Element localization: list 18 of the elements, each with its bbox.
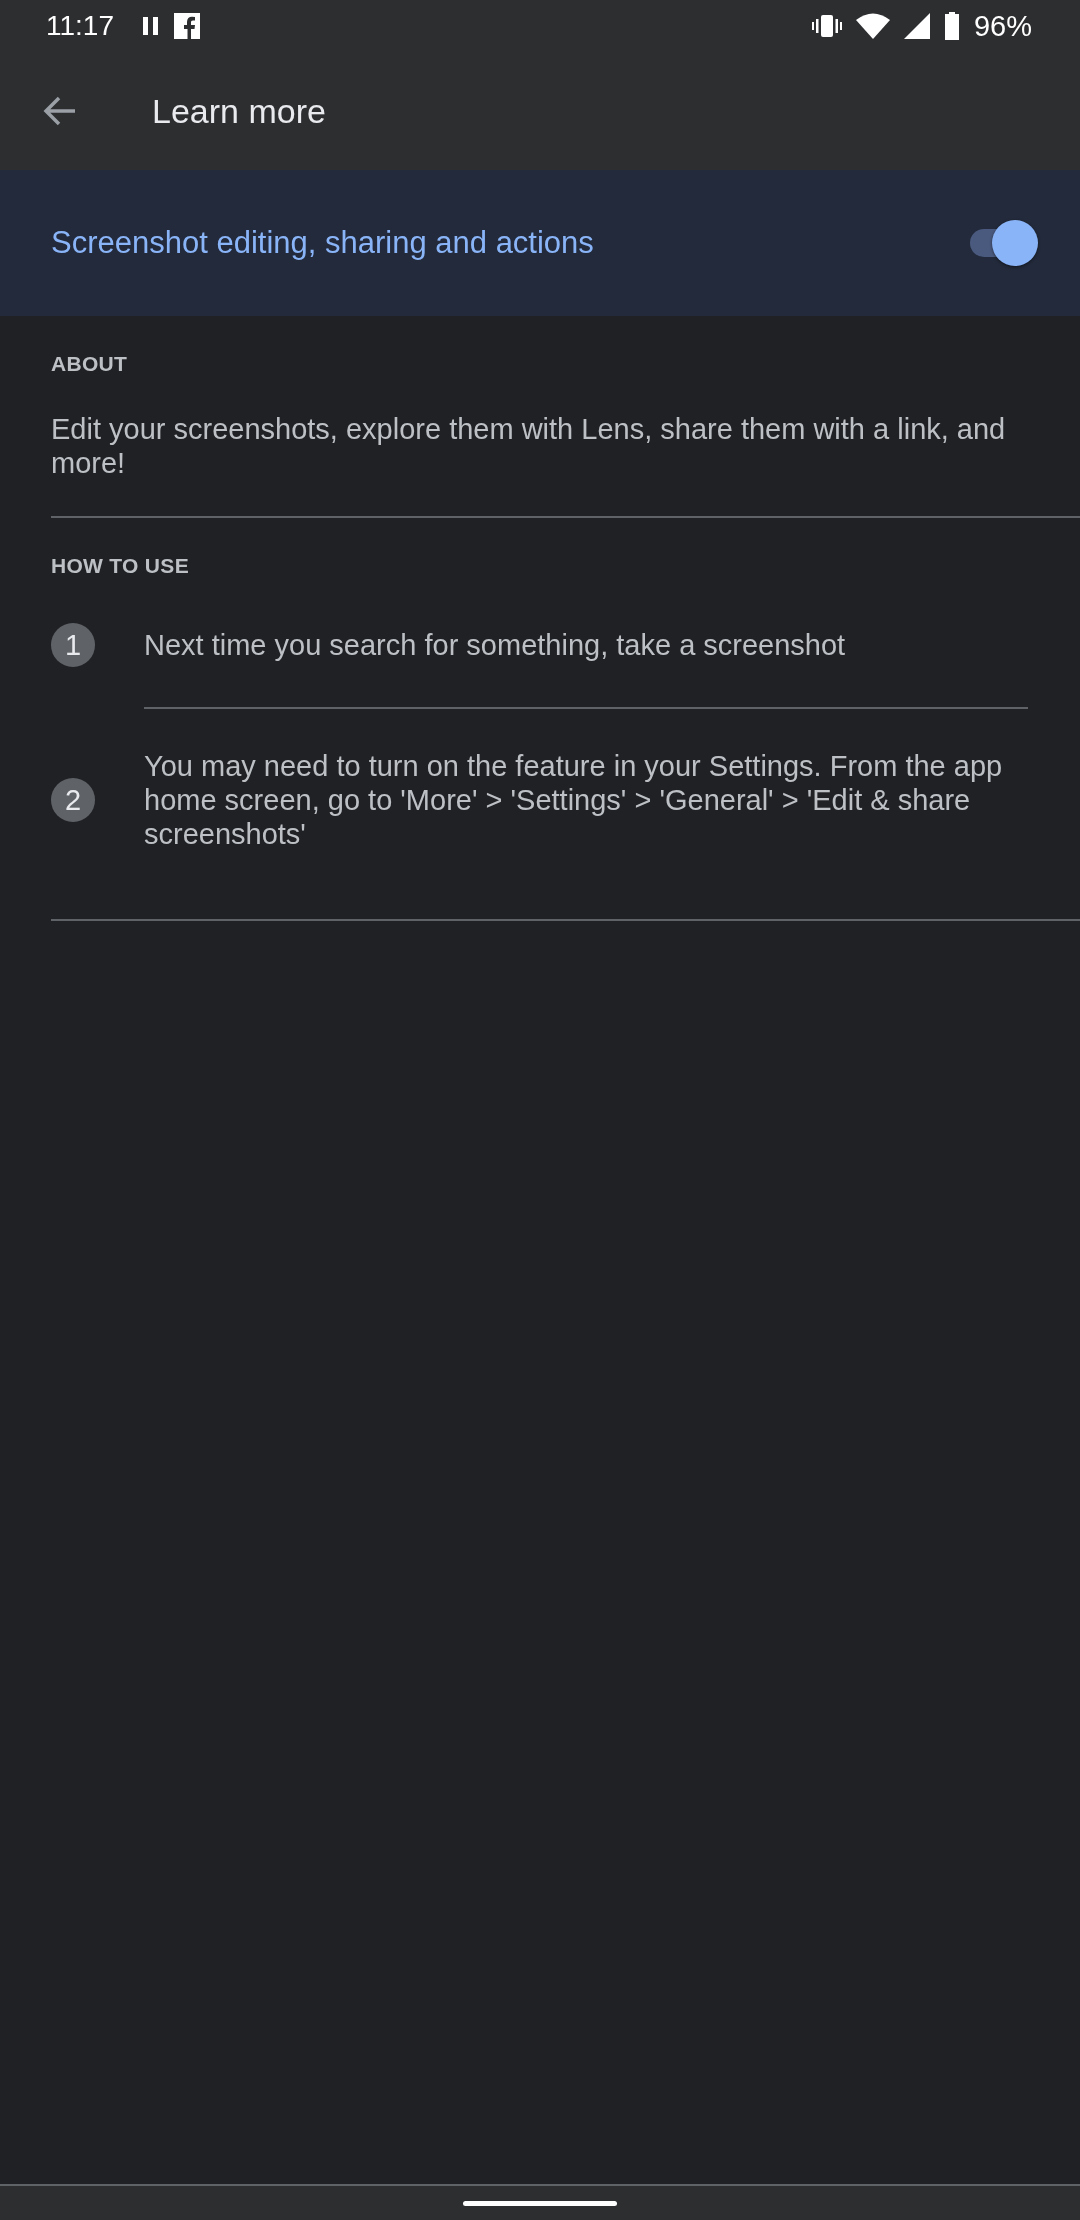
step-text: Next time you search for something, take a screenshot: [144, 628, 846, 662]
step-number: 2: [51, 778, 95, 822]
feature-label: Screenshot editing, sharing and actions: [51, 225, 595, 261]
status-time: 11:17: [46, 10, 114, 42]
battery-icon: [943, 12, 960, 40]
screen-title: Learn more: [152, 91, 326, 131]
signal-icon: [903, 13, 930, 39]
facebook-icon: [174, 13, 200, 39]
section-heading: HOW TO USE: [51, 554, 190, 578]
step-number: 1: [51, 623, 95, 667]
about-text: Edit your screenshots, explore them with Lens, share them with a link, and more!: [51, 412, 1007, 480]
battery-percentage: 96%: [973, 9, 1032, 43]
pause-icon: [142, 15, 160, 37]
wifi-icon: [855, 13, 890, 39]
home-handle[interactable]: [463, 2200, 617, 2206]
section-heading: ABOUT: [51, 352, 129, 376]
vibrate-icon: [811, 13, 842, 39]
step-text: You may need to turn on the feature in your Settings. From the app home screen, go to 'More' > 'Settings' > 'General' > 'Edit & share screenshots': [144, 749, 1004, 851]
